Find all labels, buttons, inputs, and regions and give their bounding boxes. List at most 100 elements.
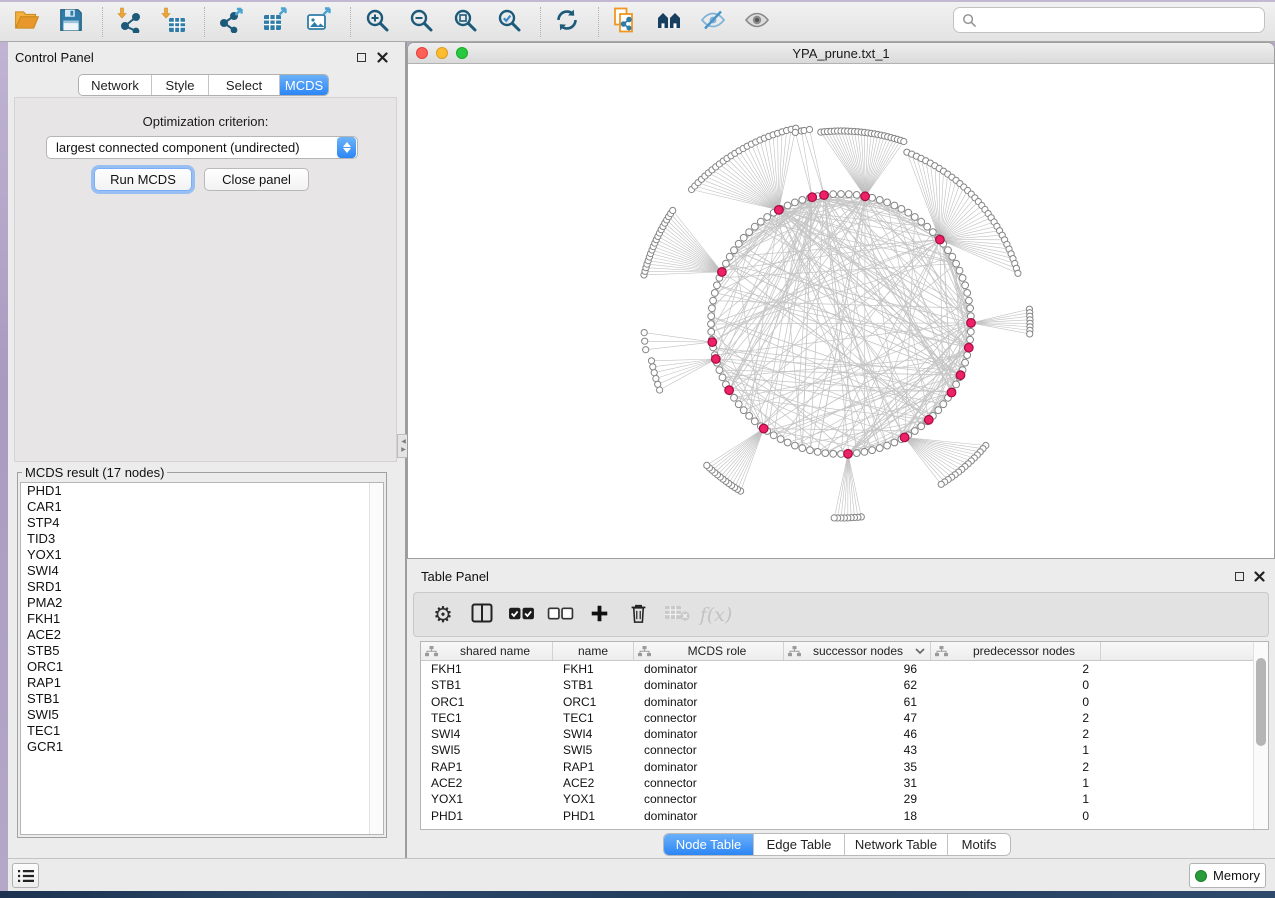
table-row[interactable]: SWI4SWI4dominator462 [421, 726, 1253, 742]
table-cell[interactable]: YOX1 [421, 791, 553, 807]
table-cell[interactable]: PHD1 [553, 808, 634, 824]
create-column-button[interactable] [584, 601, 614, 629]
apply-layout-button[interactable] [552, 7, 582, 37]
table-cell[interactable]: dominator [634, 677, 784, 693]
column-header-shared-name[interactable]: shared name [421, 642, 553, 660]
table-cell[interactable]: dominator [634, 661, 784, 677]
table-cell[interactable]: FKH1 [553, 661, 634, 677]
table-cell[interactable]: 0 [931, 808, 1101, 824]
save-session-button[interactable] [56, 7, 86, 37]
table-cell[interactable]: ACE2 [421, 775, 553, 791]
import-table-button[interactable] [158, 7, 188, 37]
export-network-button[interactable] [216, 7, 246, 37]
mcds-result-item[interactable]: STP4 [21, 515, 383, 531]
select-all-rows-button[interactable] [506, 601, 536, 629]
open-session-button[interactable] [12, 7, 42, 37]
table-cell[interactable]: connector [634, 791, 784, 807]
tab-network-table[interactable]: Network Table [845, 834, 948, 855]
column-header-predecessor-nodes[interactable]: predecessor nodes [931, 642, 1101, 660]
table-scrollbar-thumb[interactable] [1256, 658, 1266, 746]
network-canvas[interactable] [408, 65, 1274, 558]
table-cell[interactable]: RAP1 [421, 759, 553, 775]
export-table-button[interactable] [260, 7, 290, 37]
mcds-result-item[interactable]: STB1 [21, 691, 383, 707]
mcds-result-item[interactable]: PHD1 [21, 483, 383, 499]
column-header-name[interactable]: name [553, 642, 634, 660]
search-input[interactable] [983, 12, 1264, 29]
mcds-result-item[interactable]: PMA2 [21, 595, 383, 611]
show-all-button[interactable] [742, 7, 772, 37]
table-cell[interactable]: 0 [931, 694, 1101, 710]
network-window-titlebar[interactable]: YPA_prune.txt_1 [408, 43, 1274, 64]
table-settings-button[interactable]: ⚙ [428, 601, 458, 629]
table-row[interactable]: ORC1ORC1dominator610 [421, 694, 1253, 710]
tab-node-table[interactable]: Node Table [664, 834, 754, 855]
export-image-button[interactable] [304, 7, 334, 37]
table-cell[interactable]: 96 [784, 661, 931, 677]
mcds-result-item[interactable]: FKH1 [21, 611, 383, 627]
mcds-result-item[interactable]: YOX1 [21, 547, 383, 563]
table-cell[interactable]: 61 [784, 694, 931, 710]
zoom-selected-button[interactable] [494, 7, 524, 37]
table-cell[interactable]: 29 [784, 791, 931, 807]
table-cell[interactable]: SWI4 [421, 726, 553, 742]
control-panel-close-button[interactable] [376, 51, 389, 64]
mcds-result-item[interactable]: ACE2 [21, 627, 383, 643]
mcds-result-item[interactable]: SWI4 [21, 563, 383, 579]
mcds-result-item[interactable]: STB5 [21, 643, 383, 659]
table-cell[interactable]: connector [634, 775, 784, 791]
table-row[interactable]: YOX1YOX1connector291 [421, 791, 1253, 807]
table-cell[interactable]: 0 [931, 677, 1101, 693]
import-network-button[interactable] [114, 7, 144, 37]
table-cell[interactable]: ORC1 [553, 694, 634, 710]
deselect-all-rows-button[interactable] [545, 601, 575, 629]
tab-edge-table[interactable]: Edge Table [754, 834, 845, 855]
table-cell[interactable]: 1 [931, 742, 1101, 758]
mcds-result-item[interactable]: RAP1 [21, 675, 383, 691]
table-scrollbar[interactable] [1253, 642, 1268, 829]
mcds-result-item[interactable]: TID3 [21, 531, 383, 547]
table-panel-close-button[interactable] [1253, 570, 1266, 583]
table-cell[interactable]: 46 [784, 726, 931, 742]
table-cell[interactable]: STB1 [553, 677, 634, 693]
table-cell[interactable]: 62 [784, 677, 931, 693]
table-cell[interactable]: dominator [634, 694, 784, 710]
table-cell[interactable]: STB1 [421, 677, 553, 693]
table-row[interactable]: TEC1TEC1connector472 [421, 710, 1253, 726]
table-row[interactable]: SWI5SWI5connector431 [421, 742, 1253, 758]
table-cell[interactable]: TEC1 [421, 710, 553, 726]
table-row[interactable]: FKH1FKH1dominator962 [421, 661, 1253, 677]
show-columns-button[interactable] [467, 601, 497, 629]
table-cell[interactable]: TEC1 [553, 710, 634, 726]
table-cell[interactable]: connector [634, 742, 784, 758]
table-cell[interactable]: 43 [784, 742, 931, 758]
first-neighbors-button[interactable] [654, 7, 684, 37]
table-row[interactable]: STB1STB1dominator620 [421, 677, 1253, 693]
zoom-in-button[interactable] [362, 7, 392, 37]
column-header-successor-nodes[interactable]: successor nodes [784, 642, 931, 660]
mcds-result-item[interactable]: SWI5 [21, 707, 383, 723]
table-row[interactable]: PHD1PHD1dominator180 [421, 808, 1253, 824]
table-cell[interactable]: 18 [784, 808, 931, 824]
mcds-result-item[interactable]: SRD1 [21, 579, 383, 595]
run-mcds-button[interactable]: Run MCDS [94, 168, 192, 191]
table-cell[interactable]: ORC1 [421, 694, 553, 710]
table-cell[interactable]: dominator [634, 726, 784, 742]
table-cell[interactable]: 35 [784, 759, 931, 775]
mcds-result-item[interactable]: CAR1 [21, 499, 383, 515]
delete-columns-button[interactable] [623, 601, 653, 629]
zoom-out-button[interactable] [406, 7, 436, 37]
mcds-result-item[interactable]: ORC1 [21, 659, 383, 675]
table-cell[interactable]: PHD1 [421, 808, 553, 824]
zoom-fit-button[interactable] [450, 7, 480, 37]
panel-menu-button[interactable] [12, 863, 39, 888]
close-panel-button[interactable]: Close panel [204, 168, 309, 191]
tab-style[interactable]: Style [152, 75, 209, 95]
table-cell[interactable]: SWI5 [553, 742, 634, 758]
table-cell[interactable]: 2 [931, 759, 1101, 775]
table-cell[interactable]: ACE2 [553, 775, 634, 791]
table-cell[interactable]: connector [634, 710, 784, 726]
table-panel-float-button[interactable] [1233, 570, 1246, 583]
memory-button[interactable]: Memory [1189, 863, 1266, 888]
hide-selected-button[interactable] [698, 7, 728, 37]
